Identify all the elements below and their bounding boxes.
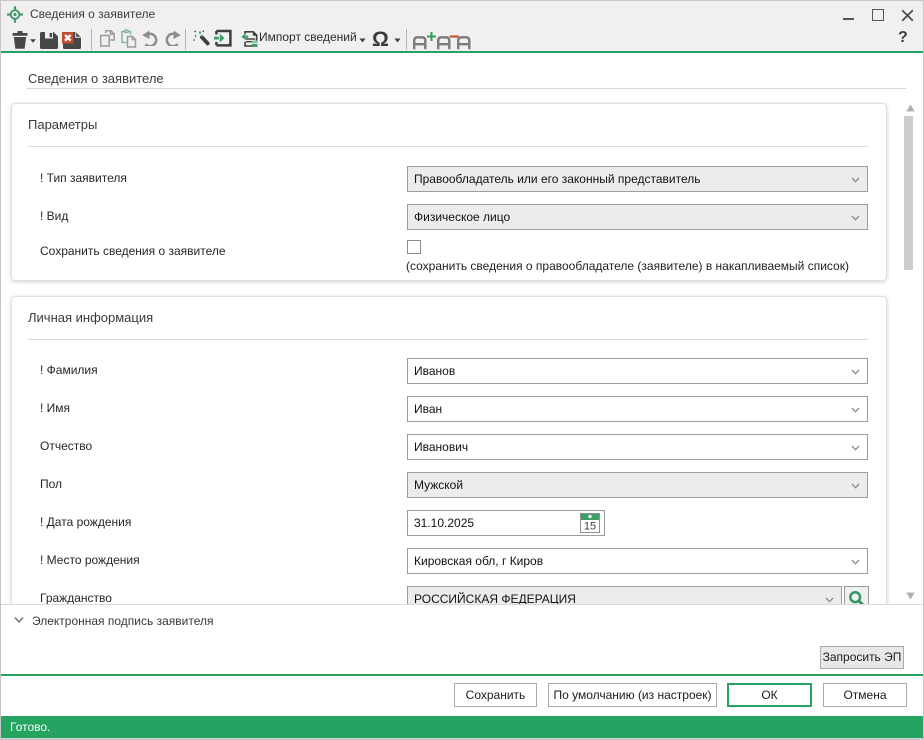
svg-text:15: 15 bbox=[584, 521, 596, 533]
